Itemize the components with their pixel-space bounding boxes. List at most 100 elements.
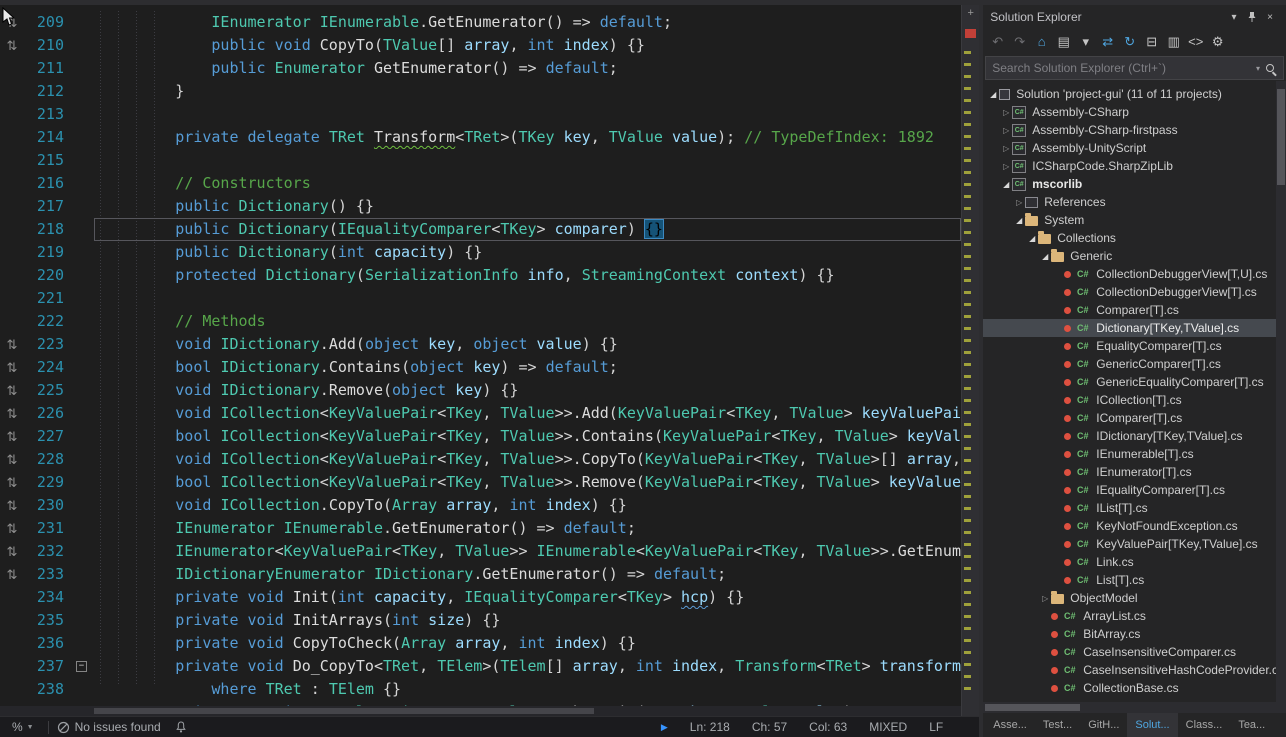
indicator-margin[interactable]: ⇅ [0,448,24,471]
code-text[interactable] [94,103,961,126]
code-line[interactable]: ⇅229 bool ICollection<KeyValuePair<TKey,… [0,471,961,494]
tree-item[interactable]: ▷References [983,193,1286,211]
line-number[interactable]: 238 [24,678,74,701]
reference-arrows-icon[interactable]: ⇅ [7,384,18,399]
code-line[interactable]: 212 } [0,80,961,103]
code-line[interactable]: ⇅224 bool IDictionary.Contains(object ke… [0,356,961,379]
tree-item[interactable]: ▷C#Assembly-CSharp [983,103,1286,121]
line-number[interactable]: 229 [24,471,74,494]
expand-arrow-icon[interactable]: ◢ [1039,252,1051,261]
collapse-arrow-icon[interactable]: ▷ [1000,162,1012,171]
code-text[interactable]: public Dictionary() {} [94,195,961,218]
tree-item[interactable]: C#ArrayList.cs [983,607,1286,625]
indicator-margin[interactable] [0,149,24,172]
tool-window-tab[interactable]: GitH... [1080,713,1127,737]
line-number[interactable]: 209 [24,11,74,34]
chevron-right-icon[interactable]: ▶ [661,722,668,733]
tree-item[interactable]: C#CaseInsensitiveComparer.cs [983,643,1286,661]
tree-item[interactable]: C#KeyNotFoundException.cs [983,517,1286,535]
pin-icon[interactable] [1243,5,1261,29]
code-line[interactable]: ⇅232 IEnumerator<KeyValuePair<TKey, TVal… [0,540,961,563]
reference-arrows-icon[interactable]: ⇅ [7,338,18,353]
fold-collapse-icon[interactable]: − [76,661,87,672]
code-line[interactable]: ⇅227 bool ICollection<KeyValuePair<TKey,… [0,425,961,448]
code-line[interactable]: 236 private void CopyToCheck(Array array… [0,632,961,655]
code-line[interactable]: 214 private delegate TRet Transform<TRet… [0,126,961,149]
properties-icon[interactable]: ⚙ [1207,31,1228,53]
fold-margin[interactable] [74,333,94,356]
code-line[interactable]: ⇅231 IEnumerator IEnumerable.GetEnumerat… [0,517,961,540]
tree-item[interactable]: ◢Collections [983,229,1286,247]
expand-arrow-icon[interactable]: ◢ [1026,234,1038,243]
search-input[interactable] [986,61,1256,75]
fold-margin[interactable] [74,287,94,310]
line-number[interactable]: 216 [24,172,74,195]
code-line[interactable]: 215 [0,149,961,172]
line-number[interactable]: 212 [24,80,74,103]
reference-arrows-icon[interactable]: ⇅ [7,453,18,468]
fold-margin[interactable] [74,264,94,287]
line-number[interactable]: 213 [24,103,74,126]
tree-item[interactable]: C#EqualityComparer[T].cs [983,337,1286,355]
code-line[interactable]: 235 private void InitArrays(int size) {} [0,609,961,632]
collapse-arrow-icon[interactable]: ▷ [1000,108,1012,117]
code-text[interactable]: bool ICollection<KeyValuePair<TKey, TVal… [94,425,961,448]
reference-arrows-icon[interactable]: ⇅ [7,407,18,422]
tool-window-tab[interactable]: Tea... [1230,713,1273,737]
indicator-margin[interactable]: ⇅ [0,333,24,356]
indicator-margin[interactable]: ⇅ [0,563,24,586]
code-text[interactable]: public Enumerator GetEnumerator() => def… [94,57,961,80]
code-text[interactable]: // Constructors [94,172,961,195]
line-indicator[interactable]: Ln: 218 [690,720,730,734]
collapse-arrow-icon[interactable]: ▷ [1000,144,1012,153]
code-line[interactable]: 237− private void Do_CopyTo<TRet, TElem>… [0,655,961,678]
code-text[interactable]: where TRet : TElem {} [94,678,961,701]
document-health-indicator[interactable]: No issues found [57,720,161,734]
reference-arrows-icon[interactable]: ⇅ [7,39,18,54]
tree-item[interactable]: C#BitArray.cs [983,625,1286,643]
indicator-margin[interactable] [0,241,24,264]
fold-margin[interactable] [74,241,94,264]
editor-vertical-scrollbar[interactable]: + [961,5,979,716]
scrollbar-thumb[interactable] [94,708,594,714]
tree-item[interactable]: C#Comparer[T].cs [983,301,1286,319]
code-editor[interactable]: ⇅209 IEnumerator IEnumerable.GetEnumerat… [0,5,979,716]
fold-margin[interactable] [74,425,94,448]
line-number[interactable]: 221 [24,287,74,310]
code-text[interactable]: public void CopyTo(TValue[] array, int i… [94,34,961,57]
window-position-icon[interactable]: ▾ [1225,5,1243,29]
close-icon[interactable]: × [1261,5,1279,29]
indicator-margin[interactable] [0,632,24,655]
reference-arrows-icon[interactable]: ⇅ [7,499,18,514]
indicator-margin[interactable] [0,287,24,310]
indicator-margin[interactable]: ⇅ [0,356,24,379]
expand-arrow-icon[interactable]: ◢ [1013,216,1025,225]
tree-item[interactable]: C#IEqualityComparer[T].cs [983,481,1286,499]
code-line[interactable]: 217 public Dictionary() {} [0,195,961,218]
fold-margin[interactable] [74,563,94,586]
fold-margin[interactable] [74,172,94,195]
forward-icon[interactable]: ↷ [1009,31,1030,53]
fold-margin[interactable] [74,11,94,34]
code-line[interactable]: 219 public Dictionary(int capacity) {} [0,241,961,264]
code-text[interactable]: private void InitArrays(int size) {} [94,609,961,632]
editor-horizontal-scrollbar[interactable] [0,706,961,716]
fold-margin[interactable] [74,402,94,425]
tree-item[interactable]: C#IDictionary[TKey,TValue].cs [983,427,1286,445]
show-all-files-icon[interactable]: ▥ [1163,31,1184,53]
indicator-margin[interactable] [0,678,24,701]
code-text[interactable]: } [94,80,961,103]
tree-item[interactable]: C#IComparer[T].cs [983,409,1286,427]
reference-arrows-icon[interactable]: ⇅ [7,430,18,445]
code-line[interactable]: ⇅209 IEnumerator IEnumerable.GetEnumerat… [0,11,961,34]
code-text[interactable]: private void CopyToCheck(Array array, in… [94,632,961,655]
line-number[interactable]: 219 [24,241,74,264]
collapse-arrow-icon[interactable]: ▷ [1000,126,1012,135]
code-text[interactable]: IEnumerator<KeyValuePair<TKey, TValue>> … [94,540,961,563]
code-text[interactable] [94,149,961,172]
tree-item[interactable]: C#ICollection[T].cs [983,391,1286,409]
code-line[interactable]: ⇅225 void IDictionary.Remove(object key)… [0,379,961,402]
back-icon[interactable]: ↶ [987,31,1008,53]
tree-item[interactable]: C#IEnumerator[T].cs [983,463,1286,481]
tree-item[interactable]: C#CaseInsensitiveHashCodeProvider.cs [983,661,1286,679]
